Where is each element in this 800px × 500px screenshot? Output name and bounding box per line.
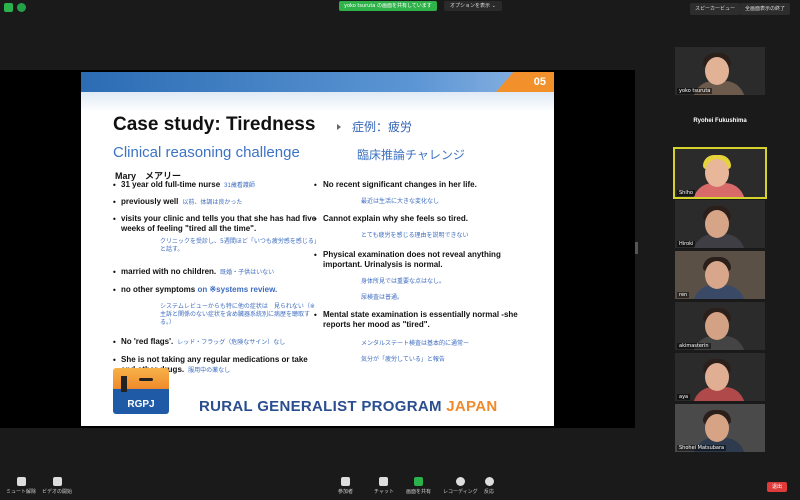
participant-name: Shiho (677, 190, 695, 196)
leave-button[interactable]: 退出 (767, 482, 788, 492)
list-item-jp: クリニックを受診し、5週間ほど「いつも疲労感を感じる」と話す。 (160, 238, 320, 253)
bullet: • (313, 181, 318, 190)
bird-icon (139, 378, 153, 381)
chat-button[interactable]: チャット (374, 477, 394, 495)
shared-screen: 05 Case study: Tiredness 症例：疲労 Clinical … (0, 70, 635, 428)
share-screen-icon (414, 477, 423, 486)
participant-tile[interactable]: ren (675, 251, 765, 299)
list-item-jp: 尿検査は普通。 (361, 294, 404, 301)
participant-video (705, 363, 729, 391)
participant-name: Hiroki (677, 241, 696, 247)
list-item: married with no children. 既婚・子供はいない (121, 267, 275, 276)
start-video-button[interactable]: ビデオの開始 (42, 477, 72, 495)
list-item: Mental state examination is essentially … (323, 310, 518, 329)
bullet: • (112, 356, 117, 365)
logo-text: RGPJ (127, 399, 155, 410)
rgpj-logo: RGPJ (113, 368, 169, 414)
list-item-jp: 気分が「疲労している」と報告 (361, 356, 445, 363)
chat-icon (379, 477, 389, 486)
participant-tile[interactable]: aya (675, 353, 765, 401)
list-item: no other symptoms on ※systems review. (121, 285, 278, 294)
participant-tile[interactable]: yoko tsuruta (675, 47, 765, 95)
bullet: • (112, 181, 117, 190)
meeting-toolbar: ミュート解除 ビデオの開始 参加者 チャット 画面を共有 レコーディング 反応 … (0, 474, 800, 500)
bullet: • (313, 251, 318, 260)
participant-tile-active-speaker[interactable]: Shiho (673, 147, 767, 199)
participant-video (705, 312, 729, 340)
record-icon (455, 477, 465, 486)
participants-icon (341, 477, 350, 486)
lighthouse-icon (121, 376, 127, 392)
bullet: • (313, 311, 318, 320)
speaker-view-button[interactable]: スピーカービュー (690, 3, 741, 15)
presentation-slide: 05 Case study: Tiredness 症例：疲労 Clinical … (81, 72, 554, 426)
record-button[interactable]: レコーディング (443, 477, 478, 495)
participant-video (705, 159, 729, 187)
pointer-cursor-icon (337, 124, 341, 130)
participant-name: Ryohei Fukushima (693, 118, 747, 124)
bullet: • (112, 268, 117, 277)
participant-name: akimasterin (677, 343, 711, 349)
share-notice: yoko tsuruta の画面を共有しています (339, 1, 437, 11)
top-bar: yoko tsuruta の画面を共有しています オプションを表示 ⌄ スピーカ… (0, 0, 800, 16)
slide-header-band (81, 72, 554, 92)
panel-resize-handle[interactable] (635, 242, 638, 254)
participant-name: aya (677, 394, 691, 400)
list-item: visits your clinic and tells you that sh… (121, 214, 317, 233)
list-item: previously well 以前、体調は良かった (121, 197, 243, 206)
list-item: No recent significant changes in her lif… (323, 180, 477, 189)
participant-video (705, 210, 729, 238)
shield-icon[interactable] (17, 3, 26, 12)
participant-video (705, 414, 729, 442)
reactions-button[interactable]: 反応 (484, 477, 494, 495)
slide-title: Case study: Tiredness (113, 114, 316, 135)
list-item-jp: 最近は生活に大きな変化なし (361, 198, 440, 205)
list-item-jp: メンタルステート検査は基本的に通常ー (361, 340, 470, 347)
list-item-jp: システムレビューからも特に他の症状は 見られない（※主訴と関係のない症状を含め臓… (160, 303, 315, 326)
participant-video (705, 261, 729, 289)
bullet: • (313, 215, 318, 224)
video-off-icon (52, 477, 62, 486)
list-item-jp: 身体所見では重要な点はなし。 (361, 278, 446, 285)
participant-video (705, 57, 729, 85)
bullet: • (112, 198, 117, 207)
view-option-button[interactable]: オプションを表示 ⌄ (444, 1, 502, 11)
slide-page-number: 05 (533, 76, 546, 88)
list-item: Cannot explain why she feels so tired. (323, 214, 468, 223)
slide-title-jp: 症例：疲労 (352, 120, 413, 134)
participant-tile[interactable]: Shohei Matsubara (675, 404, 765, 452)
unmute-button[interactable]: ミュート解除 (6, 477, 36, 495)
meeting-info-icons (4, 3, 26, 12)
program-name: RURAL GENERALIST PROGRAM JAPAN (199, 398, 498, 415)
participant-tile[interactable]: Hiroki (675, 200, 765, 248)
microphone-muted-icon (16, 477, 26, 486)
bullet: • (112, 215, 117, 224)
slide-subtitle-jp: 臨床推論チャレンジ (357, 148, 465, 162)
list-item: No 'red flags'. レッド・フラッグ（危険なサイン）なし (121, 337, 286, 346)
bullet: • (112, 338, 117, 347)
share-screen-button[interactable]: 画面を共有 (406, 477, 431, 495)
participant-tile[interactable]: akimasterin (675, 302, 765, 350)
exit-fullscreen-button[interactable]: 全画面表示の終了 (740, 3, 791, 15)
participant-name: yoko tsuruta (677, 88, 713, 94)
info-icon[interactable] (4, 3, 13, 12)
participant-name: ren (677, 292, 690, 298)
participant-tile[interactable]: Ryohei Fukushima (675, 98, 765, 146)
bullet: • (112, 286, 117, 295)
list-item-jp: とても疲労を感じる理由を説明できない (361, 232, 469, 239)
list-item: Physical examination does not reveal any… (323, 250, 501, 269)
list-item: 31 year old full-time nurse 31歳看護師 (121, 180, 255, 189)
slide-subtitle: Clinical reasoning challenge (113, 144, 300, 161)
participants-button[interactable]: 参加者 (338, 477, 353, 495)
smiley-icon (484, 477, 494, 486)
participant-name: Shohei Matsubara (677, 445, 727, 451)
